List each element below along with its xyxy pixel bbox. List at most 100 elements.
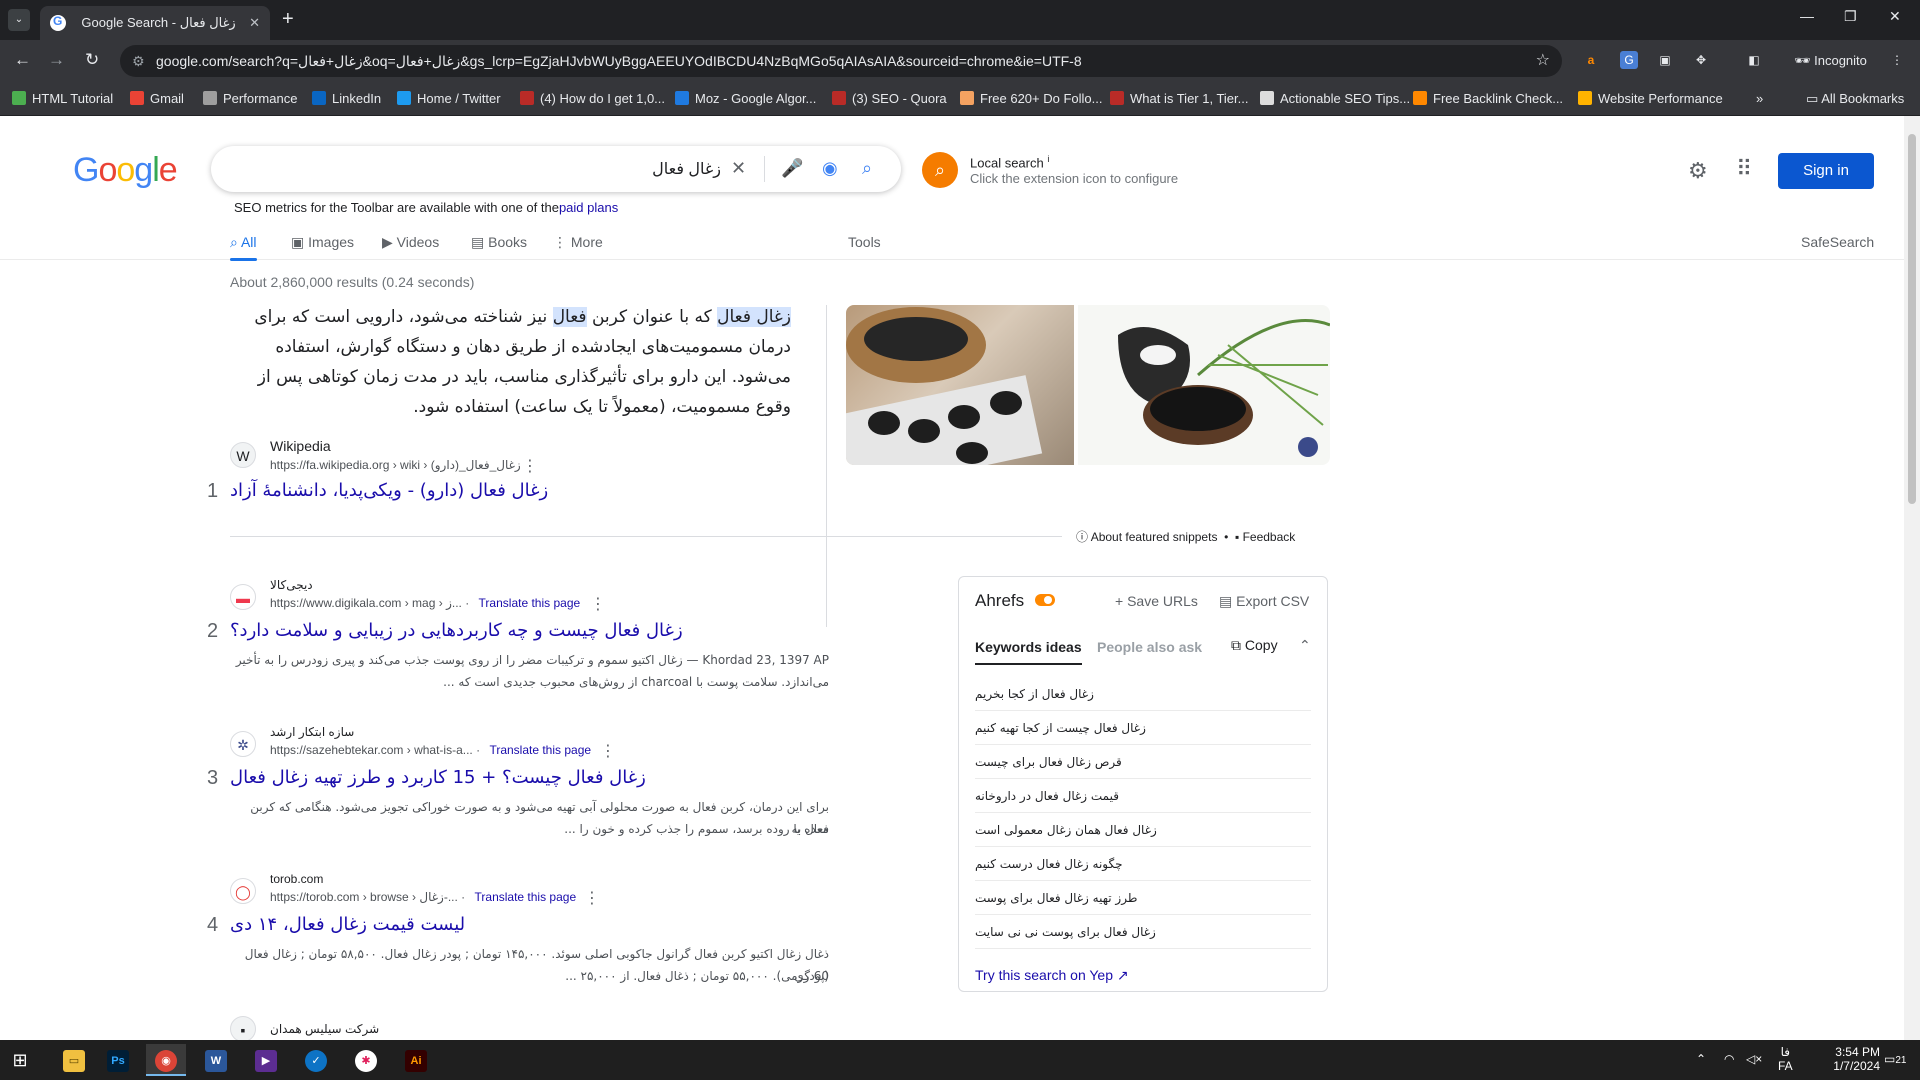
address-bar[interactable]: ⚙ google.com/search?q=زغال+فعال&oq=زغال+… [120,45,1562,77]
active-tab[interactable]: Google Search - زغال فعال ✕ [40,6,270,40]
export-csv-button[interactable]: ▤ Export CSV [1219,593,1309,610]
translate-page-link[interactable]: Translate this page [475,890,577,904]
voice-search-icon[interactable]: 🎤 [781,158,803,179]
photoshop-icon[interactable]: Ps [98,1044,138,1076]
google-logo[interactable]: Google [73,151,178,190]
bookmark-item[interactable]: Free Backlink Check... [1413,91,1563,106]
close-tab-icon[interactable]: ✕ [249,15,260,31]
result-title[interactable]: لیست قیمت زغال فعال، ۱۴ دی [230,914,465,935]
safesearch-button[interactable]: SafeSearch [1801,234,1874,250]
tab-search-button[interactable]: ⌄ [8,9,30,31]
translate-extension-icon[interactable]: G [1620,51,1638,69]
bookmark-item[interactable]: Home / Twitter [397,91,501,106]
site-info-icon[interactable]: ⚙ [132,45,145,77]
scrollbar-thumb[interactable] [1908,134,1916,504]
result-menu-icon[interactable]: ⋮ [590,594,606,614]
bookmark-item[interactable]: Actionable SEO Tips... [1260,91,1410,106]
clear-search-icon[interactable]: ✕ [731,158,746,179]
settings-gear-icon[interactable]: ⚙ [1688,158,1708,184]
collapse-chevron-icon[interactable]: ⌃ [1299,637,1311,654]
bookmark-star-icon[interactable]: ☆ [1536,45,1550,77]
new-tab-button[interactable]: + [282,8,294,31]
result-source-name[interactable]: دیجی‌کالا [270,578,313,592]
keyword-idea-item[interactable]: زغال فعال برای پوست نی نی سایت [975,915,1311,949]
forward-icon[interactable]: → [48,50,65,70]
result-title[interactable]: زغال فعال چیست و چه کاربردهایی در زیبایی… [230,620,683,641]
menu-kebab-icon[interactable]: ⋮ [1888,51,1906,69]
tab-images[interactable]: ▣ Images [291,234,354,251]
result-source-name[interactable]: سازه ابتکار ارشد [270,725,354,739]
tab-people-also-ask[interactable]: People also ask [1097,639,1202,655]
result-menu-icon[interactable]: ⋮ [584,888,600,908]
bookmark-item[interactable]: Performance [203,91,297,106]
close-window-icon[interactable]: ✕ [1889,8,1901,25]
result-menu-icon[interactable]: ⋮ [522,456,538,476]
bookmark-item[interactable]: Gmail [130,91,184,106]
wikipedia-source-name[interactable]: Wikipedia [270,438,331,454]
bookmark-item[interactable]: (3) SEO - Quora [832,91,947,106]
check-app-icon[interactable]: ✓ [296,1044,336,1076]
search-box[interactable]: زغال فعال ✕ 🎤 ◉ ⌕ [211,146,901,192]
side-panel-icon[interactable]: ◧ [1745,51,1763,69]
volume-icon[interactable]: ◁× [1746,1052,1762,1066]
google-apps-icon[interactable]: ⠿ [1736,156,1752,182]
save-urls-button[interactable]: + Save URLs [1115,593,1198,609]
extension-icon[interactable]: ▣ [1656,51,1674,69]
ahrefs-toggle[interactable] [1035,594,1055,606]
page-scrollbar[interactable] [1904,116,1920,1040]
wifi-icon[interactable]: ◠ [1724,1052,1734,1066]
start-windows-icon[interactable]: ⊞ [0,1044,40,1076]
sign-in-button[interactable]: Sign in [1778,153,1874,189]
minimize-icon[interactable]: — [1800,8,1814,24]
keyword-idea-item[interactable]: طرز تهیه زغال فعال برای پوست [975,881,1311,915]
result-menu-icon[interactable]: ⋮ [600,741,616,761]
media-app-icon[interactable]: ▶ [246,1044,286,1076]
word-icon[interactable]: W [196,1044,236,1076]
charcoal-tablets-image[interactable] [846,305,1074,465]
bookmark-item[interactable]: HTML Tutorial [12,91,113,106]
try-yep-link[interactable]: Try this search on Yep ↗ [975,967,1129,984]
bookmark-item[interactable]: LinkedIn [312,91,381,106]
keyword-idea-item[interactable]: چگونه زغال فعال درست کنیم [975,847,1311,881]
about-featured-snippets[interactable]: ⓘ About featured snippets • ▪ Feedback [1076,528,1295,545]
extensions-puzzle-icon[interactable]: ✥ [1692,51,1710,69]
charcoal-coconut-image[interactable] [1078,305,1330,465]
bookmark-item[interactable]: Moz - Google Algor... [675,91,816,106]
search-input[interactable]: زغال فعال [652,159,721,179]
featured-result-title[interactable]: زغال فعال (دارو) - ویکی‌پدیا، دانشنامهٔ … [230,480,548,501]
copy-button[interactable]: ⧉ Copy [1231,637,1278,654]
amazon-extension-icon[interactable]: a [1582,51,1600,69]
keyword-idea-item[interactable]: زغال فعال چیست از کجا تهیه کنیم [975,711,1311,745]
tab-videos[interactable]: ▶ Videos [382,234,439,251]
file-explorer-icon[interactable]: ▭ [54,1044,94,1076]
reload-icon[interactable]: ↻ [85,50,99,70]
translate-page-link[interactable]: Translate this page [479,596,581,610]
more-bookmarks-icon[interactable]: » [1756,91,1763,106]
tab-keywords-ideas[interactable]: Keywords ideas [975,639,1082,665]
bookmark-item[interactable]: Website Performance [1578,91,1723,106]
notifications-icon[interactable]: ▭21 [1884,1052,1906,1066]
result-title[interactable]: زغال فعال چیست؟ + 15 کاربرد و طرز تهیه ز… [230,767,646,788]
feedback-link[interactable]: Feedback [1243,530,1296,544]
slack-icon[interactable]: ✱ [346,1044,386,1076]
tray-chevron-icon[interactable]: ⌃ [1696,1052,1706,1066]
paid-plans-link[interactable]: paid plans [559,200,618,215]
tab-books[interactable]: ▤ Books [471,234,527,251]
result-source-name[interactable]: torob.com [270,872,323,886]
tab-more[interactable]: ⋮ More [553,234,603,251]
partial-result-source[interactable]: شرکت سیلیس همدان [270,1022,379,1036]
bookmark-item[interactable]: What is Tier 1, Tier... [1110,91,1248,106]
all-bookmarks-button[interactable]: ▭ All Bookmarks [1806,91,1904,107]
clock[interactable]: 3:54 PM 1/7/2024 [1810,1045,1880,1073]
illustrator-icon[interactable]: Ai [396,1044,436,1076]
translate-page-link[interactable]: Translate this page [489,743,591,757]
keyword-idea-item[interactable]: قرص زغال فعال برای چیست [975,745,1311,779]
bookmark-item[interactable]: (4) How do I get 1,0... [520,91,665,106]
tools-button[interactable]: Tools [848,234,881,250]
incognito-badge[interactable]: 🕶 Incognito [1784,49,1877,73]
language-indicator[interactable]: فا FA [1778,1045,1793,1073]
keyword-idea-item[interactable]: زغال فعال همان زغال معمولی است [975,813,1311,847]
snippet-images[interactable] [846,305,1330,465]
bookmark-item[interactable]: Free 620+ Do Follo... [960,91,1102,106]
chrome-icon[interactable]: ◉ [146,1044,186,1076]
